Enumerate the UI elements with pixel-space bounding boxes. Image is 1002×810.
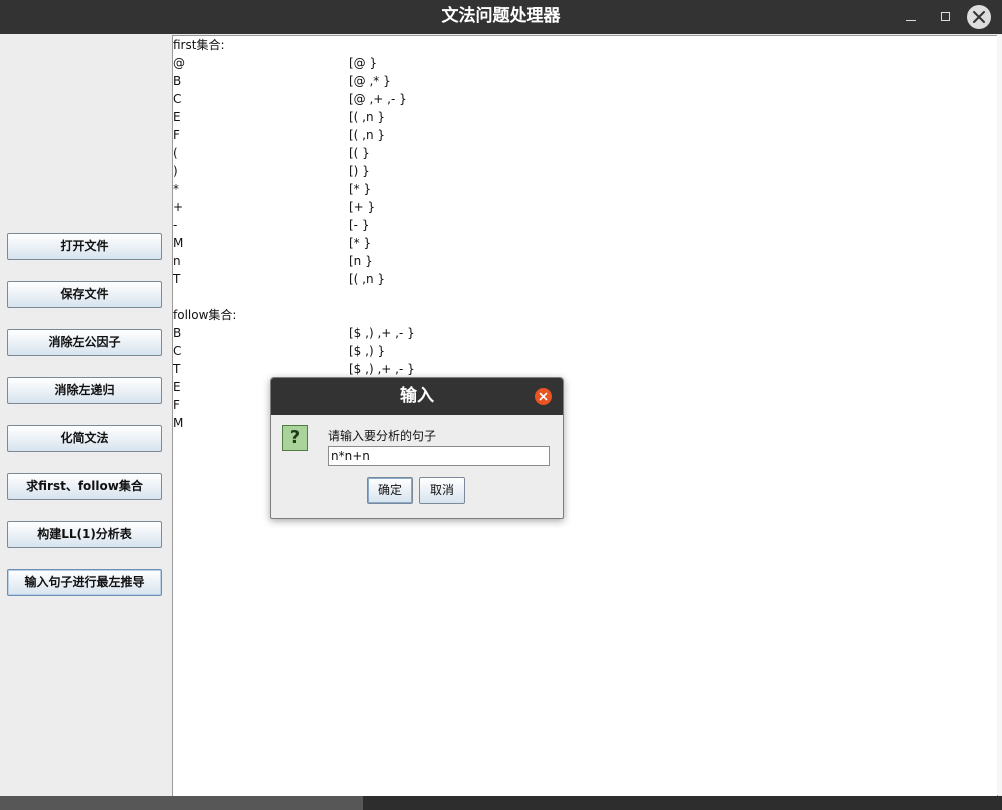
first-symbol: F bbox=[173, 128, 180, 142]
follow-symbol: E bbox=[173, 380, 181, 394]
first-symbol: B bbox=[173, 74, 182, 88]
input-dialog: 输入 ? 请输入要分析的句子 n*n+n 确定 取消 bbox=[270, 377, 564, 519]
open-file-button[interactable]: 打开文件 bbox=[7, 233, 162, 260]
save-file-button[interactable]: 保存文件 bbox=[7, 281, 162, 308]
first-set-value: [* } bbox=[349, 182, 372, 196]
first-set-value: [* } bbox=[349, 236, 372, 250]
first-symbol: + bbox=[173, 200, 184, 214]
dialog-prompt: 请输入要分析的句子 bbox=[328, 429, 437, 443]
window-titlebar: 文法问题处理器 bbox=[0, 0, 1002, 34]
first-symbol: E bbox=[173, 110, 181, 124]
minimize-button[interactable] bbox=[900, 6, 922, 28]
close-button[interactable] bbox=[967, 5, 991, 29]
maximize-icon bbox=[941, 12, 950, 21]
first-symbol: n bbox=[173, 254, 181, 268]
follow-symbol: T bbox=[173, 362, 181, 376]
eliminate-left-recursion-button[interactable]: 消除左递归 bbox=[7, 377, 162, 404]
first-set-value: [@ } bbox=[349, 56, 378, 70]
first-set-header: first集合: bbox=[173, 38, 225, 52]
first-set-value: [) } bbox=[349, 164, 370, 178]
first-set-value: [+ } bbox=[349, 200, 376, 214]
ll1-table-button[interactable]: 构建LL(1)分析表 bbox=[7, 521, 162, 548]
question-icon: ? bbox=[282, 425, 308, 451]
follow-set-value: [$ ,) ,+ ,- } bbox=[349, 326, 415, 340]
follow-set-value: [$ ,) } bbox=[349, 344, 386, 358]
first-set-value: [- } bbox=[349, 218, 370, 232]
first-symbol: @ bbox=[173, 56, 185, 70]
first-follow-button[interactable]: 求first、follow集合 bbox=[7, 473, 162, 500]
dialog-title: 输入 bbox=[400, 386, 434, 406]
background-window-edge bbox=[997, 35, 1002, 795]
eliminate-left-factor-button[interactable]: 消除左公因子 bbox=[7, 329, 162, 356]
ok-button[interactable]: 确定 bbox=[367, 477, 413, 504]
simplify-grammar-button[interactable]: 化简文法 bbox=[7, 425, 162, 452]
close-icon bbox=[973, 11, 985, 23]
follow-symbol: C bbox=[173, 344, 182, 358]
leftmost-derivation-button[interactable]: 输入句子进行最左推导 bbox=[7, 569, 162, 596]
follow-set-header: follow集合: bbox=[173, 308, 237, 322]
first-symbol: ( bbox=[173, 146, 178, 160]
dialog-titlebar: 输入 bbox=[271, 378, 563, 415]
first-symbol: M bbox=[173, 236, 184, 250]
maximize-button[interactable] bbox=[934, 6, 956, 28]
bottom-panel-left bbox=[0, 796, 363, 810]
first-symbol: ) bbox=[173, 164, 178, 178]
first-set-value: [( } bbox=[349, 146, 370, 160]
first-symbol: - bbox=[173, 218, 178, 232]
first-symbol: T bbox=[173, 272, 181, 286]
follow-symbol: M bbox=[173, 416, 184, 430]
first-set-value: [( ,n } bbox=[349, 110, 386, 124]
first-set-value: [@ ,* } bbox=[349, 74, 391, 88]
first-set-value: [( ,n } bbox=[349, 128, 386, 142]
sentence-input[interactable]: n*n+n bbox=[328, 446, 550, 466]
first-symbol: C bbox=[173, 92, 182, 106]
follow-symbol: F bbox=[173, 398, 180, 412]
first-set-value: [@ ,+ ,- } bbox=[349, 92, 407, 106]
bottom-panel-right bbox=[363, 796, 1002, 810]
dialog-close-button[interactable] bbox=[535, 388, 552, 405]
follow-set-value: [$ ,) ,+ ,- } bbox=[349, 362, 415, 376]
first-symbol: * bbox=[173, 182, 179, 196]
window-title: 文法问题处理器 bbox=[441, 6, 561, 26]
first-set-value: [n } bbox=[349, 254, 373, 268]
minimize-icon bbox=[906, 20, 916, 21]
first-set-value: [( ,n } bbox=[349, 272, 386, 286]
cancel-button[interactable]: 取消 bbox=[419, 477, 465, 504]
follow-symbol: B bbox=[173, 326, 182, 340]
close-icon bbox=[539, 392, 548, 401]
